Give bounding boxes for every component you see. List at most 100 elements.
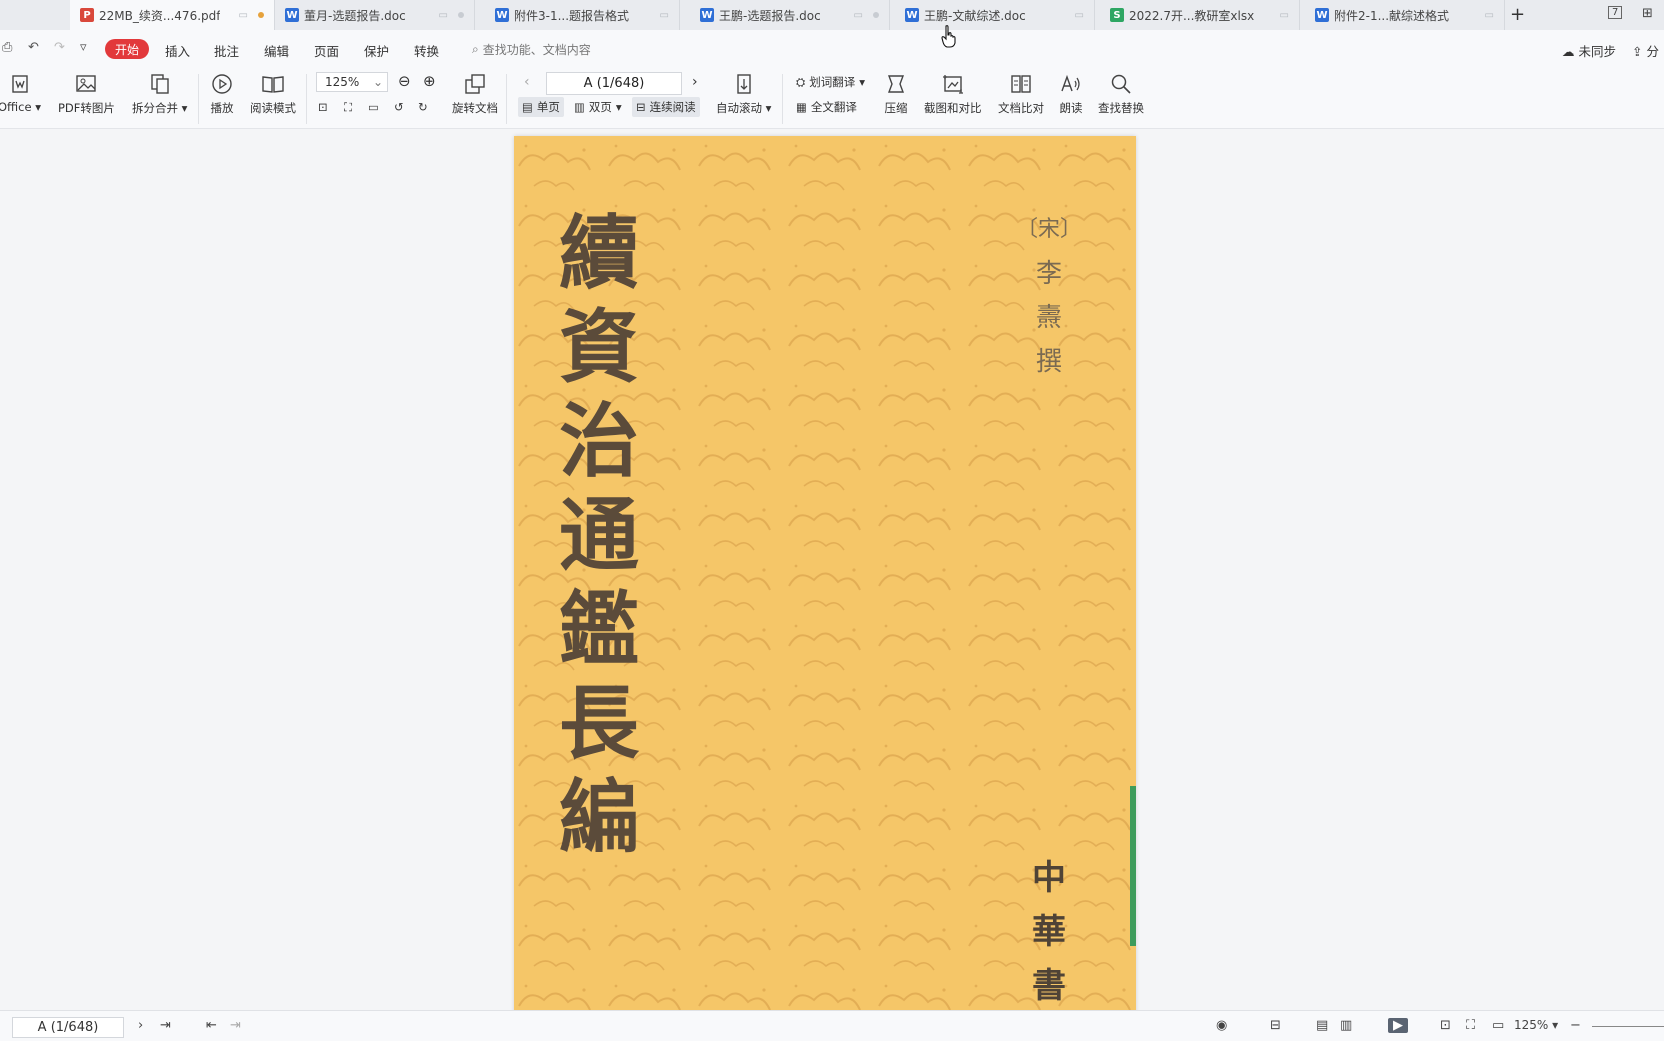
continuous-icon: ⊟ [636,100,646,114]
auto-scroll-button[interactable]: 自动滚动 ▾ [716,68,771,116]
word-icon: W [700,8,714,22]
new-tab-button[interactable]: + [1510,4,1525,25]
status-page-input[interactable]: A (1/648) [12,1017,124,1038]
title-char: 治 [559,394,639,488]
tab-label: 附件3-1...题报告格式 [514,8,630,23]
single-page-view-icon[interactable]: ▤ [1316,1018,1328,1033]
share-button[interactable]: ⇪ 分 [1632,41,1659,60]
menu-convert[interactable]: 转换 [414,41,439,60]
rotate-left-icon[interactable]: ↺ [394,100,404,114]
play-icon[interactable]: ▶ [1388,1018,1408,1033]
monitor-icon: ▭ [853,9,863,21]
tab-doc-3[interactable]: W 王鹏-选题报告.doc ▭ [690,0,890,30]
author-char: 李 [1035,259,1062,289]
grid-icon[interactable]: ⊞ [1642,6,1653,21]
zoom-select[interactable]: 125% ⌄ [316,72,388,92]
tab-doc-4[interactable]: W 王鹏-文献综述.doc ▭ [895,0,1095,30]
find-replace-button[interactable]: 查找替换 [1098,68,1144,116]
feature-search[interactable]: ⌕ 查找功能、文档内容 [472,41,591,58]
double-page-label: 双页 [588,100,612,114]
eye-protection-icon[interactable]: ◉ [1216,1018,1227,1033]
undo-icon[interactable]: ↶ [28,40,39,55]
menu-page[interactable]: 页面 [314,41,339,60]
continuous-read-button[interactable]: ⊟ 连续阅读 [632,97,700,117]
prev-page-icon[interactable]: ‹ [524,74,530,90]
next-page-icon[interactable]: › [138,1018,143,1033]
continuous-view-icon[interactable]: ⊟ [1270,1018,1281,1033]
customize-icon[interactable]: ▿ [80,40,87,55]
zoom-in-icon[interactable]: ⊕ [423,72,436,90]
full-translate-button[interactable]: ▦ 全文翻译 [796,99,857,115]
play-button[interactable]: 播放 [210,68,234,116]
double-page-button[interactable]: ▥ 双页 ▾ [574,99,622,115]
office-icon [8,72,32,96]
title-char: 續 [559,206,639,300]
menu-protect[interactable]: 保护 [364,41,389,60]
read-mode-button[interactable]: 阅读模式 [250,68,296,116]
divider [306,74,307,124]
last-page-icon[interactable]: ⇥ [160,1018,171,1033]
menu-bar: ⎙ ↶ ↷ ▿ 开始 插入 批注 编辑 页面 保护 转换 ⌕ 查找功能、文档内容… [0,30,1664,68]
back-icon[interactable]: ⇤ [206,1018,217,1033]
title-char: 編 [559,770,639,864]
rotate-right-icon[interactable]: ↻ [418,100,428,114]
author-dynasty: 〔宋〕 [1016,217,1083,242]
single-page-button[interactable]: ▤ 单页 [518,97,564,117]
split-merge-button[interactable]: 拆分合并 ▾ [132,68,187,116]
publisher-char: 中 [1032,858,1066,898]
office-button[interactable]: Office ▾ [0,68,41,114]
zoom-out-icon[interactable]: ⊖ [398,72,411,90]
zoom-out-icon[interactable]: − [1570,1018,1581,1033]
menu-edit[interactable]: 编辑 [264,41,289,60]
title-char: 資 [559,300,639,394]
forward-icon[interactable]: ⇥ [230,1018,241,1033]
read-aloud-button[interactable]: 朗读 [1059,68,1083,116]
divider [506,74,507,124]
document-page: 續 資 治 通 鑑 長 編 〔宋〕 李 燾 撰 中 華 書 [514,136,1136,1016]
actual-size-icon[interactable]: ⊡ [1440,1018,1451,1033]
zoom-slider[interactable] [1592,1026,1664,1027]
rotate-doc-button[interactable]: 旋转文档 [452,68,498,116]
monitor-icon: ▭ [659,9,669,21]
status-zoom-value: 125% [1514,1018,1549,1032]
actual-size-icon[interactable]: ⊡ [318,100,328,114]
redo-icon[interactable]: ↷ [54,40,65,55]
book-author: 〔宋〕 李 燾 撰 [1016,208,1082,384]
fit-page-icon[interactable]: ⛶ [1466,1018,1475,1033]
window-count-badge[interactable]: 7 [1608,6,1623,19]
search-placeholder: 查找功能、文档内容 [482,43,591,57]
rotate-doc-icon [463,72,487,96]
search-icon: ⌕ [472,42,479,56]
print-icon[interactable]: ⎙ [2,40,12,55]
tab-doc-2[interactable]: W 附件3-1...题报告格式 ▭ [485,0,680,30]
fit-width-icon[interactable]: ▭ [1492,1018,1504,1033]
double-page-view-icon[interactable]: ▥ [1340,1018,1352,1033]
title-char: 通 [559,488,639,582]
word-translate-button[interactable]: ⛭ 划词翻译 ▾ [796,74,865,90]
fit-width-icon[interactable]: ▭ [368,100,379,114]
menu-insert[interactable]: 插入 [165,41,190,60]
compress-icon [884,72,908,96]
compress-button[interactable]: 压缩 [884,68,908,116]
next-page-icon[interactable]: › [692,74,698,90]
tab-bar: P 22MB_续资...476.pdf ▭ W 董月-选题报告.doc ▭ W … [0,0,1664,31]
tab-doc-5[interactable]: W 附件2-1...献综述格式 ▭ [1305,0,1505,30]
doc-compare-button[interactable]: 文档比对 [998,68,1044,116]
menu-annotate[interactable]: 批注 [214,41,239,60]
menu-start[interactable]: 开始 [105,39,149,59]
page-number-input[interactable]: A (1/648) [546,72,682,95]
read-aloud-icon [1059,72,1083,96]
single-page-icon: ▤ [522,100,533,114]
fit-page-icon[interactable]: ⛶ [344,100,352,115]
screenshot-compare-button[interactable]: 截图和对比 [924,68,982,116]
tab-label: 22MB_续资...476.pdf [99,8,221,23]
tab-sheet[interactable]: S 2022.7开...教研室xlsx ▭ [1100,0,1300,30]
monitor-icon: ▭ [1074,9,1084,21]
ribbon-toolbar: Office ▾ PDF转图片 拆分合并 ▾ 播放 阅读模式 125% ⌄ ⊖ … [0,68,1664,129]
tab-pdf-document[interactable]: P 22MB_续资...476.pdf ▭ [70,0,275,30]
status-zoom[interactable]: 125% ▾ [1514,1018,1558,1032]
pdf-to-image-button[interactable]: PDF转图片 [58,68,115,116]
sync-status[interactable]: ☁ 未同步 [1562,41,1616,60]
tab-doc-1[interactable]: W 董月-选题报告.doc ▭ [275,0,475,30]
monitor-icon: ▭ [238,9,248,21]
